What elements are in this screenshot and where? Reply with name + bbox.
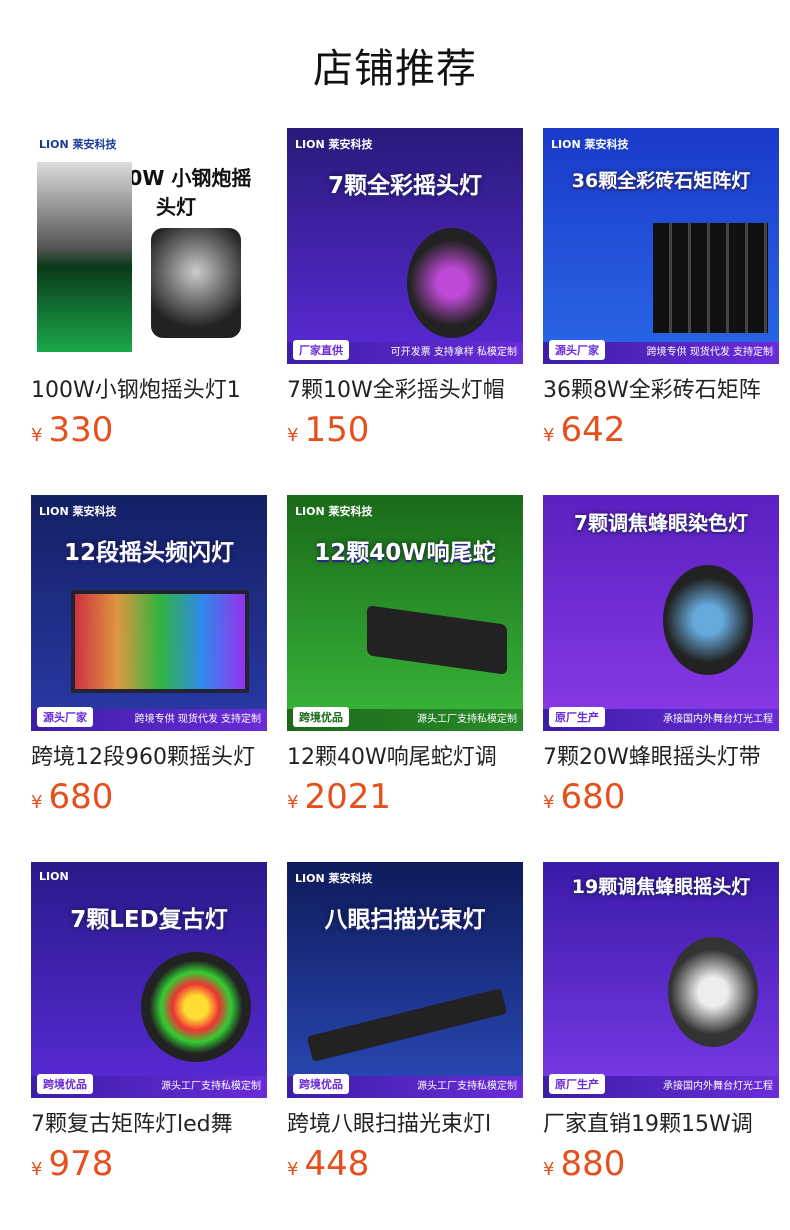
currency-symbol: ¥	[31, 792, 43, 813]
image-headline: 7颗调焦蜂眼染色灯	[574, 511, 748, 535]
image-headline: 19颗调焦蜂眼摇头灯	[571, 876, 751, 898]
price-value: 880	[560, 1144, 626, 1184]
product-image[interactable]: 19颗调焦蜂眼摇头灯 承接国内外舞台灯光工程 原厂生产	[543, 862, 779, 1098]
image-headline: 7颗全彩摇头灯	[327, 173, 482, 199]
price-value: 2021	[304, 777, 391, 817]
product-image[interactable]: LION 莱安科技 12段摇头频闪灯 跨境专供 现货代发 支持定制 源头厂家	[31, 495, 267, 731]
product-card[interactable]: LION 莱安科技 12颗40W响尾蛇 源头工厂支持私模定制 跨境优品 12颗4…	[287, 495, 523, 817]
price-value: 680	[560, 777, 626, 817]
image-tag: 厂家直供	[293, 340, 349, 360]
image-headline: 7颗LED复古灯	[70, 907, 228, 933]
brand-logo: LION 莱安科技	[39, 505, 117, 518]
currency-symbol: ¥	[31, 1159, 43, 1180]
currency-symbol: ¥	[287, 425, 299, 446]
product-card[interactable]: LION 7颗LED复古灯 源头工厂支持私模定制 跨境优品 7颗复古矩阵灯led…	[31, 862, 267, 1184]
brand-logo: LION 莱安科技	[295, 872, 373, 885]
currency-symbol: ¥	[543, 1159, 555, 1180]
lamp-graphic	[663, 565, 753, 675]
image-tag: 原厂生产	[549, 707, 605, 727]
product-card[interactable]: LION 莱安科技 36颗全彩砖石矩阵灯 跨境专供 现货代发 支持定制 源头厂家…	[543, 128, 779, 450]
product-name[interactable]: 12颗40W响尾蛇灯调	[287, 743, 523, 773]
brand-logo: LION	[39, 870, 69, 883]
price-value: 330	[48, 410, 114, 450]
product-name[interactable]: 跨境12段960颗摇头灯	[31, 743, 267, 773]
product-card[interactable]: LION 莱安科技 八眼扫描光束灯 源头工厂支持私模定制 跨境优品 跨境八眼扫描…	[287, 862, 523, 1184]
product-card[interactable]: LION 莱安科技 12段摇头频闪灯 跨境专供 现货代发 支持定制 源头厂家 跨…	[31, 495, 267, 817]
product-image[interactable]: LION 莱安科技 八眼扫描光束灯 源头工厂支持私模定制 跨境优品	[287, 862, 523, 1098]
lamp-graphic	[407, 228, 497, 338]
brand-logo: LION 莱安科技	[295, 138, 373, 151]
image-tag: 原厂生产	[549, 1074, 605, 1094]
image-tag: 跨境优品	[293, 1074, 349, 1094]
image-tag: 跨境优品	[293, 707, 349, 727]
page-title: 店铺推荐	[313, 46, 477, 92]
light-beam-graphic	[37, 162, 132, 352]
product-name[interactable]: 7颗20W蜂眼摇头灯带	[543, 743, 779, 773]
image-headline: 36颗全彩砖石矩阵灯	[571, 170, 751, 192]
currency-symbol: ¥	[287, 1159, 299, 1180]
product-price: ¥448	[287, 1144, 523, 1184]
product-name[interactable]: 厂家直销19颗15W调	[543, 1110, 779, 1140]
beam-bar-graphic	[306, 988, 508, 1062]
image-headline: 12颗40W响尾蛇	[314, 540, 496, 566]
image-tag: 源头厂家	[549, 340, 605, 360]
product-price: ¥642	[543, 410, 779, 450]
product-card[interactable]: LION 莱安科技 7颗全彩摇头灯 可开发票 支持拿样 私模定制 厂家直供 7颗…	[287, 128, 523, 450]
product-name[interactable]: 跨境八眼扫描光束灯l	[287, 1110, 523, 1140]
product-name[interactable]: 100W小钢炮摇头灯1	[31, 376, 267, 406]
currency-symbol: ¥	[287, 792, 299, 813]
currency-symbol: ¥	[543, 792, 555, 813]
image-tag: 跨境优品	[37, 1074, 93, 1094]
lamp-graphic	[151, 228, 241, 338]
product-price: ¥150	[287, 410, 523, 450]
price-value: 448	[304, 1144, 370, 1184]
currency-symbol: ¥	[543, 425, 555, 446]
matrix-graphic	[653, 223, 768, 333]
product-price: ¥680	[543, 777, 779, 817]
image-tag: 源头厂家	[37, 707, 93, 727]
product-image[interactable]: LION 莱安科技 12颗40W响尾蛇 源头工厂支持私模定制 跨境优品	[287, 495, 523, 731]
product-price: ¥330	[31, 410, 267, 450]
brand-logo: LION 莱安科技	[551, 138, 629, 151]
price-value: 978	[48, 1144, 114, 1184]
product-name[interactable]: 7颗10W全彩摇头灯帽	[287, 376, 523, 406]
price-value: 642	[560, 410, 626, 450]
bar-light-graphic	[367, 605, 507, 675]
product-image[interactable]: LION 莱安科技 100W 小钢炮摇头灯	[31, 128, 267, 364]
lamp-graphic	[668, 937, 758, 1047]
price-value: 150	[304, 410, 370, 450]
product-image[interactable]: 7颗调焦蜂眼染色灯 承接国内外舞台灯光工程 原厂生产	[543, 495, 779, 731]
product-card[interactable]: LION 莱安科技 100W 小钢炮摇头灯 100W小钢炮摇头灯1 ¥330	[31, 128, 267, 450]
product-price: ¥880	[543, 1144, 779, 1184]
product-price: ¥2021	[287, 777, 523, 817]
image-headline: 八眼扫描光束灯	[324, 907, 486, 933]
product-card[interactable]: 19颗调焦蜂眼摇头灯 承接国内外舞台灯光工程 原厂生产 厂家直销19颗15W调 …	[543, 862, 779, 1184]
product-price: ¥978	[31, 1144, 267, 1184]
strobe-graphic	[71, 590, 249, 693]
brand-logo: LION 莱安科技	[295, 505, 373, 518]
image-headline: 12段摇头频闪灯	[63, 540, 234, 566]
currency-symbol: ¥	[31, 425, 43, 446]
product-image[interactable]: LION 7颗LED复古灯 源头工厂支持私模定制 跨境优品	[31, 862, 267, 1098]
retro-light-graphic	[141, 952, 251, 1062]
brand-logo: LION 莱安科技	[39, 138, 117, 151]
product-image[interactable]: LION 莱安科技 36颗全彩砖石矩阵灯 跨境专供 现货代发 支持定制 源头厂家	[543, 128, 779, 364]
product-name[interactable]: 36颗8W全彩砖石矩阵	[543, 376, 779, 406]
price-value: 680	[48, 777, 114, 817]
product-card[interactable]: 7颗调焦蜂眼染色灯 承接国内外舞台灯光工程 原厂生产 7颗20W蜂眼摇头灯带 ¥…	[543, 495, 779, 817]
product-name[interactable]: 7颗复古矩阵灯led舞	[31, 1110, 267, 1140]
product-price: ¥680	[31, 777, 267, 817]
product-image[interactable]: LION 莱安科技 7颗全彩摇头灯 可开发票 支持拿样 私模定制 厂家直供	[287, 128, 523, 364]
